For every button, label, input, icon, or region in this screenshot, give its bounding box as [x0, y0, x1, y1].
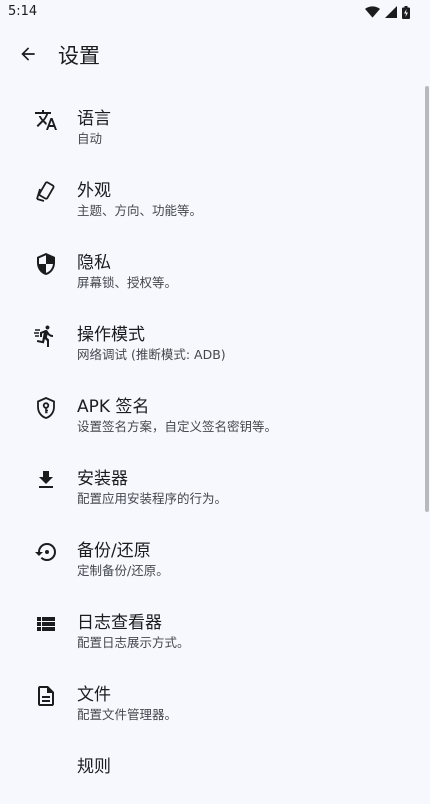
- page-title: 设置: [58, 44, 100, 68]
- appearance-icon: [34, 180, 58, 204]
- settings-item-subtitle: 定制备份/还原。: [77, 563, 169, 578]
- status-bar: 5:14: [0, 0, 430, 24]
- settings-item-backup-restore[interactable]: 备份/还原 定制备份/还原。: [0, 516, 424, 588]
- scrollbar[interactable]: [425, 86, 429, 512]
- status-icons: [365, 4, 410, 20]
- restore-icon: [34, 540, 58, 564]
- settings-item-title: 文件: [77, 685, 111, 705]
- settings-item-subtitle: 主题、方向、功能等。: [77, 203, 203, 218]
- settings-item-subtitle: 配置文件管理器。: [77, 707, 178, 722]
- battery-icon: [402, 5, 410, 19]
- settings-item-title: 备份/还原: [77, 541, 151, 561]
- list-icon: [34, 612, 58, 636]
- settings-item-rules[interactable]: 规则: [0, 732, 424, 804]
- settings-item-title: 日志查看器: [77, 613, 162, 633]
- download-icon: [34, 468, 58, 492]
- settings-item-appearance[interactable]: 外观 主题、方向、功能等。: [0, 156, 424, 228]
- settings-item-mode-of-operation[interactable]: 操作模式 网络调试 (推断模式: ADB): [0, 300, 424, 372]
- settings-item-subtitle: 屏幕锁、授权等。: [77, 275, 178, 290]
- settings-item-title: 语言: [77, 109, 111, 129]
- settings-item-subtitle: 设置签名方案，自定义签名密钥等。: [77, 419, 278, 434]
- settings-item-title: 隐私: [77, 253, 111, 273]
- file-icon: [34, 684, 58, 708]
- settings-item-language[interactable]: 语言 自动: [0, 84, 424, 156]
- settings-item-subtitle: 自动: [77, 131, 103, 146]
- settings-item-title: APK 签名: [77, 397, 150, 417]
- key-shield-icon: [34, 396, 58, 420]
- settings-item-subtitle: 配置日志展示方式。: [77, 635, 190, 650]
- arrow-back-icon: [21, 47, 35, 61]
- settings-item-title: 安装器: [77, 469, 128, 489]
- settings-list: 语言 自动 外观 主题、方向、功能等。 隐私 屏幕锁、授权等。 操作模式 网络调…: [0, 84, 424, 804]
- translate-icon: [34, 108, 58, 132]
- settings-item-title: 操作模式: [77, 325, 145, 345]
- settings-item-title: 规则: [77, 757, 111, 777]
- run-mode-icon: [34, 324, 58, 348]
- settings-item-subtitle: 网络调试 (推断模式: ADB): [77, 347, 226, 362]
- settings-item-apk-signing[interactable]: APK 签名 设置签名方案，自定义签名密钥等。: [0, 372, 424, 444]
- status-time: 5:14: [8, 4, 38, 19]
- wifi-icon: [365, 6, 380, 18]
- settings-item-subtitle: 配置应用安装程序的行为。: [77, 491, 228, 506]
- settings-item-files[interactable]: 文件 配置文件管理器。: [0, 660, 424, 732]
- settings-item-title: 外观: [77, 181, 111, 201]
- settings-item-log-viewer[interactable]: 日志查看器 配置日志展示方式。: [0, 588, 424, 660]
- settings-item-installer[interactable]: 安装器 配置应用安装程序的行为。: [0, 444, 424, 516]
- shield-icon: [34, 252, 58, 276]
- back-button[interactable]: [12, 38, 44, 70]
- app-bar: 设置: [0, 28, 430, 80]
- settings-item-privacy[interactable]: 隐私 屏幕锁、授权等。: [0, 228, 424, 300]
- signal-icon: [385, 6, 397, 18]
